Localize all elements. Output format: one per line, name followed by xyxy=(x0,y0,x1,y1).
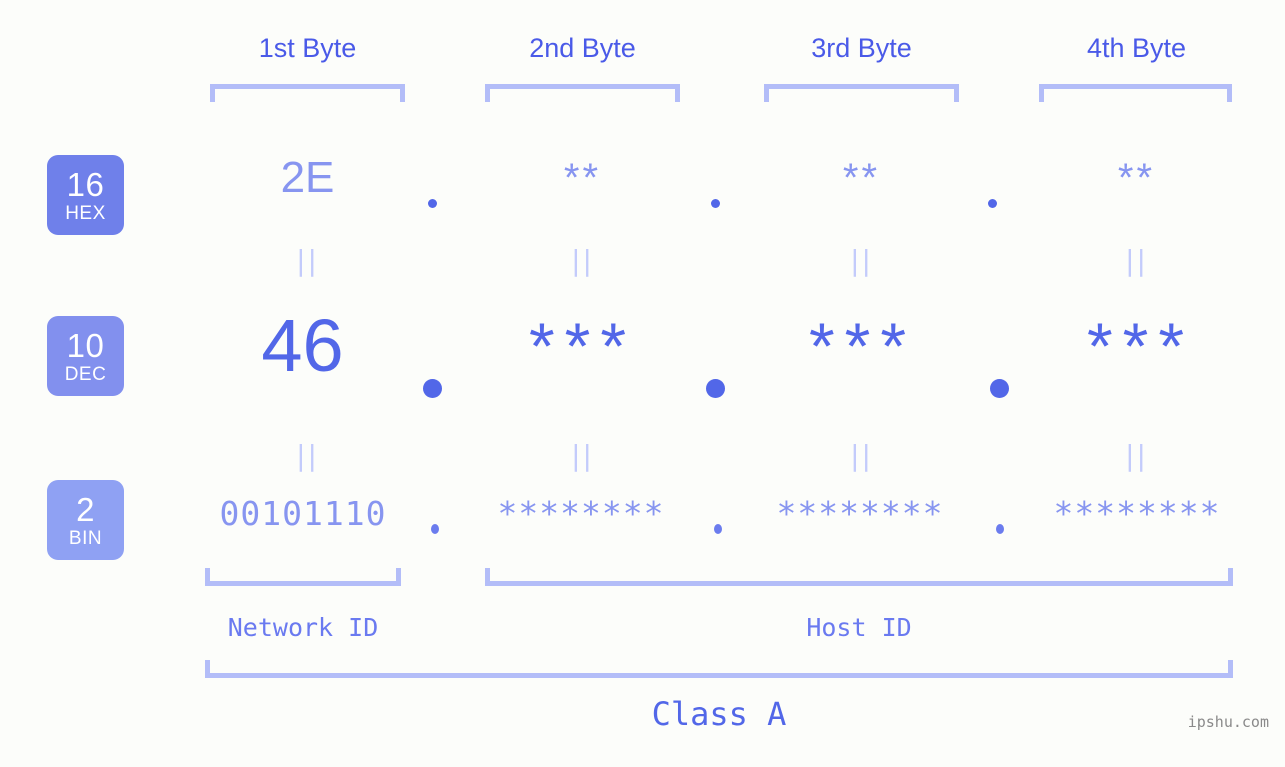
byte-bracket-2 xyxy=(485,84,680,102)
hex-byte-3: ** xyxy=(842,156,881,200)
equality-mark-hex-dec-3: || xyxy=(850,244,873,277)
hex-byte-1: 2E xyxy=(280,153,335,202)
dec-byte-1: 46 xyxy=(261,304,344,387)
bin-byte-4: ******** xyxy=(1053,494,1221,533)
dec-byte-4: *** xyxy=(1086,309,1195,383)
hex-separator-2 xyxy=(711,199,720,208)
dec-byte-2: *** xyxy=(528,309,637,383)
equality-mark-hex-dec-2: || xyxy=(571,244,594,277)
byte-header-1: 1st Byte xyxy=(258,33,357,63)
bin-byte-1: 00101110 xyxy=(219,494,387,533)
byte-bracket-1 xyxy=(210,84,405,102)
hex-separator-3 xyxy=(988,199,997,208)
dec-separator-1 xyxy=(423,379,442,398)
equality-mark-dec-bin-4: || xyxy=(1125,439,1148,472)
bin-byte-3: ******** xyxy=(776,494,944,533)
equality-mark-hex-dec-4: || xyxy=(1125,244,1148,277)
host-id-label: Host ID xyxy=(806,613,912,642)
bin-separator-1 xyxy=(431,524,439,534)
base-badge-bin: 2 BIN xyxy=(47,480,124,560)
host-id-bracket xyxy=(485,568,1233,586)
equality-mark-hex-dec-1: || xyxy=(296,244,319,277)
hex-byte-4: ** xyxy=(1117,156,1156,200)
hex-byte-2: ** xyxy=(563,156,602,200)
equality-mark-dec-bin-2: || xyxy=(571,439,594,472)
base-badge-hex-abbr: HEX xyxy=(65,202,106,224)
ip-address-diagram: 1st Byte 2nd Byte 3rd Byte 4th Byte 16 H… xyxy=(0,0,1285,767)
byte-header-4: 4th Byte xyxy=(1086,33,1187,63)
bin-byte-2: ******** xyxy=(497,494,665,533)
dec-separator-3 xyxy=(990,379,1009,398)
base-badge-dec-number: 10 xyxy=(66,326,105,364)
bin-separator-2 xyxy=(714,524,722,534)
network-id-label: Network ID xyxy=(227,613,379,642)
byte-bracket-4 xyxy=(1039,84,1232,102)
byte-header-2: 2nd Byte xyxy=(529,33,636,63)
base-badge-hex: 16 HEX xyxy=(47,155,124,235)
dec-separator-2 xyxy=(706,379,725,398)
dec-byte-3: *** xyxy=(808,309,917,383)
base-badge-hex-number: 16 xyxy=(66,165,105,203)
byte-bracket-3 xyxy=(764,84,959,102)
hex-separator-1 xyxy=(428,199,437,208)
base-badge-bin-number: 2 xyxy=(76,490,95,528)
watermark: ipshu.com xyxy=(1187,713,1269,731)
class-bracket xyxy=(205,660,1233,678)
bin-separator-3 xyxy=(996,524,1004,534)
equality-mark-dec-bin-3: || xyxy=(850,439,873,472)
byte-header-3: 3rd Byte xyxy=(811,33,912,63)
network-id-bracket xyxy=(205,568,401,586)
base-badge-dec-abbr: DEC xyxy=(64,363,107,385)
base-badge-bin-abbr: BIN xyxy=(68,527,103,549)
class-label: Class A xyxy=(651,695,787,733)
equality-mark-dec-bin-1: || xyxy=(296,439,319,472)
base-badge-dec: 10 DEC xyxy=(47,316,124,396)
